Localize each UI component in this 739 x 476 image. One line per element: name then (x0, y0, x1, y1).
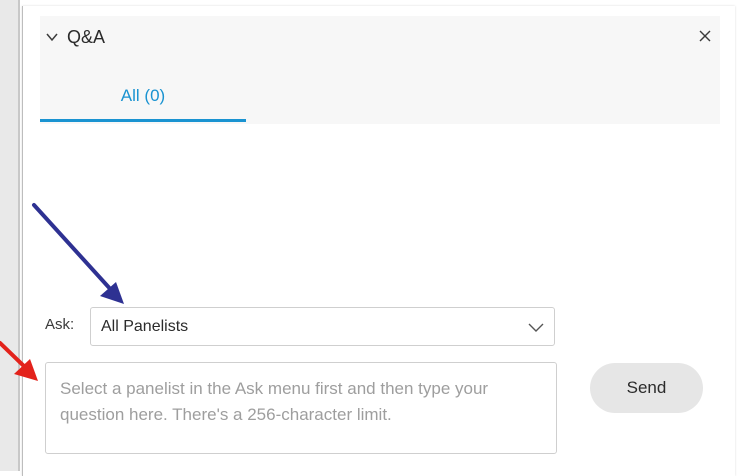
tab-all[interactable]: All (0) (40, 76, 246, 122)
close-button[interactable] (695, 26, 715, 46)
ask-dropdown[interactable]: All Panelists (90, 307, 555, 346)
ask-dropdown-value: All Panelists (101, 317, 189, 335)
send-button[interactable]: Send (590, 363, 703, 413)
qa-panel: Q&A All (0) Ask: All Panelists Send (22, 6, 735, 476)
ask-label: Ask: (45, 316, 75, 333)
tab-all-label: All (0) (120, 86, 166, 105)
question-input[interactable] (45, 362, 557, 454)
panel-title: Q&A (67, 26, 106, 47)
window-edge (18, 0, 20, 471)
close-icon[interactable] (698, 29, 712, 43)
background-window-strip (0, 0, 20, 471)
qa-title-row[interactable]: Q&A (45, 26, 105, 48)
chevron-down-icon[interactable] (45, 30, 59, 44)
chevron-down-icon (528, 323, 544, 332)
